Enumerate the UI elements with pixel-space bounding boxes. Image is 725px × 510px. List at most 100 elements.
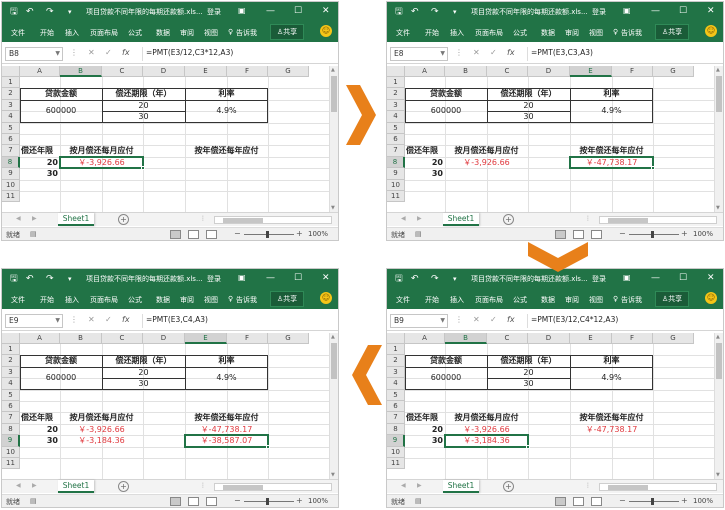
tab-page-layout[interactable]: 页面布局 — [90, 295, 118, 305]
cancel-icon[interactable]: ✕ — [88, 48, 95, 57]
horizontal-scroll-thumb[interactable] — [223, 485, 263, 490]
zoom-out-icon[interactable]: − — [619, 229, 626, 238]
zoom-slider-track[interactable] — [244, 501, 294, 502]
tab-formulas[interactable]: 公式 — [513, 28, 527, 38]
feedback-smiley-icon[interactable]: ☺ — [320, 25, 332, 37]
loan-amount-value[interactable]: 600000 — [405, 104, 487, 117]
row-header-8[interactable]: 8 — [2, 156, 20, 169]
cancel-icon[interactable]: ✕ — [473, 315, 480, 324]
ribbon-display-options-icon[interactable]: ▣ — [623, 273, 631, 282]
column-header-g[interactable]: G — [653, 66, 694, 77]
scroll-up-icon[interactable]: ▲ — [331, 67, 335, 73]
horizontal-scroll-thumb[interactable] — [608, 218, 648, 223]
years-30-cell[interactable]: 30 — [20, 434, 58, 447]
page-layout-view-icon[interactable] — [573, 230, 584, 239]
cancel-icon[interactable]: ✕ — [473, 48, 480, 57]
loan-amount-value[interactable]: 600000 — [20, 104, 102, 117]
save-icon[interactable]: 🖫 — [10, 6, 18, 18]
years-30-cell[interactable]: 30 — [405, 167, 443, 180]
column-header-d[interactable]: D — [143, 66, 185, 77]
column-header-c[interactable]: C — [487, 333, 528, 344]
add-sheet-plus-icon[interactable]: + — [503, 214, 514, 225]
zoom-level[interactable]: 100% — [308, 497, 328, 505]
prev-sheet-icon[interactable]: ◀ — [401, 215, 406, 222]
redo-icon[interactable]: ↷ — [431, 6, 439, 18]
column-header-e[interactable]: E — [570, 333, 612, 344]
rate-header[interactable]: 利率 — [185, 87, 268, 100]
tab-formulas[interactable]: 公式 — [128, 28, 142, 38]
tab-page-layout[interactable]: 页面布局 — [90, 28, 118, 38]
macro-record-icon[interactable]: ▤ — [30, 497, 37, 505]
zoom-slider-track[interactable] — [244, 234, 294, 235]
zoom-out-icon[interactable]: − — [234, 496, 241, 505]
loan-amount-header[interactable]: 贷款金额 — [20, 87, 102, 100]
enter-check-icon[interactable]: ✓ — [490, 48, 497, 57]
fill-handle[interactable] — [141, 166, 145, 171]
column-header-g[interactable]: G — [268, 66, 309, 77]
column-header-e[interactable]: E — [185, 333, 227, 344]
worksheet-grid[interactable]: A B C D E F G 1 2 3 4 5 6 7 8 9 10 11 贷款金额 偿还期限（年） 利率 600000 2… — [2, 66, 338, 212]
page-layout-view-icon[interactable] — [573, 497, 584, 506]
close-icon[interactable]: ✕ — [322, 6, 330, 16]
tab-view[interactable]: 视图 — [204, 295, 218, 305]
name-box[interactable]: B9 ▼ — [390, 314, 448, 328]
vertical-scroll-thumb[interactable] — [331, 343, 337, 379]
column-header-g[interactable]: G — [653, 333, 694, 344]
maximize-icon[interactable]: ☐ — [679, 6, 687, 16]
sheet-tab-sheet1[interactable]: Sheet1 — [58, 213, 94, 226]
sheet-tab-sheet1[interactable]: Sheet1 — [58, 480, 94, 493]
row-header-8[interactable]: 8 — [2, 423, 20, 436]
page-break-view-icon[interactable] — [591, 230, 602, 239]
tab-file[interactable]: 文件 — [11, 295, 25, 305]
redo-icon[interactable]: ↷ — [46, 273, 54, 285]
vertical-scrollbar[interactable]: ▲ ▼ — [714, 333, 723, 479]
row-header-4[interactable]: 4 — [2, 378, 20, 390]
rate-value[interactable]: 4.9% — [185, 371, 268, 384]
maximize-icon[interactable]: ☐ — [679, 273, 687, 283]
horizontal-scrollbar[interactable] — [599, 216, 717, 224]
enter-check-icon[interactable]: ✓ — [105, 315, 112, 324]
vertical-scroll-thumb[interactable] — [331, 76, 337, 112]
scroll-up-icon[interactable]: ▲ — [716, 67, 720, 73]
zoom-out-icon[interactable]: − — [234, 229, 241, 238]
row-header-11[interactable]: 11 — [2, 458, 20, 470]
zoom-slider-knob[interactable] — [651, 231, 654, 238]
column-header-b[interactable]: B — [60, 333, 102, 344]
select-all-corner[interactable] — [387, 66, 405, 77]
undo-icon[interactable]: ↶ — [26, 6, 34, 18]
vertical-scrollbar[interactable]: ▲ ▼ — [329, 333, 338, 479]
worksheet-grid[interactable]: A B C D E F G 1 2 3 4 5 6 7 8 9 10 11 贷款金额 偿还期限（年） 利率 600000 2… — [387, 66, 723, 212]
monthly-payment-20[interactable]: ￥-3,926.66 — [445, 156, 528, 169]
share-button[interactable]: ♙共享 — [655, 291, 689, 307]
tab-data[interactable]: 数据 — [541, 28, 555, 38]
active-cell-selection[interactable] — [59, 155, 145, 171]
page-layout-view-icon[interactable] — [188, 230, 199, 239]
tell-me-lightbulb-icon[interactable]: ♀ — [228, 295, 233, 303]
row-header-5[interactable]: 5 — [387, 389, 405, 401]
tell-me-label[interactable]: 告诉我 — [236, 28, 257, 38]
row-header-5[interactable]: 5 — [2, 389, 20, 401]
tab-file[interactable]: 文件 — [11, 28, 25, 38]
loan-amount-value[interactable]: 600000 — [20, 371, 102, 384]
row-header-6[interactable]: 6 — [387, 134, 405, 146]
tab-file[interactable]: 文件 — [396, 28, 410, 38]
macro-record-icon[interactable]: ▤ — [415, 497, 422, 505]
tab-review[interactable]: 审阅 — [565, 295, 579, 305]
macro-record-icon[interactable]: ▤ — [30, 230, 37, 238]
zoom-level[interactable]: 100% — [308, 230, 328, 238]
save-icon[interactable]: 🖫 — [10, 273, 18, 285]
tab-page-layout[interactable]: 页面布局 — [475, 295, 503, 305]
add-sheet-plus-icon[interactable]: + — [118, 214, 129, 225]
rate-value[interactable]: 4.9% — [570, 104, 653, 117]
login-link[interactable]: 登录 — [207, 274, 221, 284]
horizontal-scroll-thumb[interactable] — [608, 485, 648, 490]
row-header-2[interactable]: 2 — [387, 355, 405, 367]
column-header-f[interactable]: F — [227, 333, 268, 344]
column-header-e[interactable]: E — [185, 66, 227, 77]
yearly-payment-20[interactable]: ￥-47,738.17 — [570, 423, 653, 436]
normal-view-icon[interactable] — [170, 497, 181, 506]
vertical-scroll-thumb[interactable] — [716, 76, 722, 112]
formula-input[interactable]: =PMT(E3,C3,A3) — [527, 47, 717, 61]
column-header-b[interactable]: B — [445, 333, 487, 344]
column-header-f[interactable]: F — [227, 66, 268, 77]
